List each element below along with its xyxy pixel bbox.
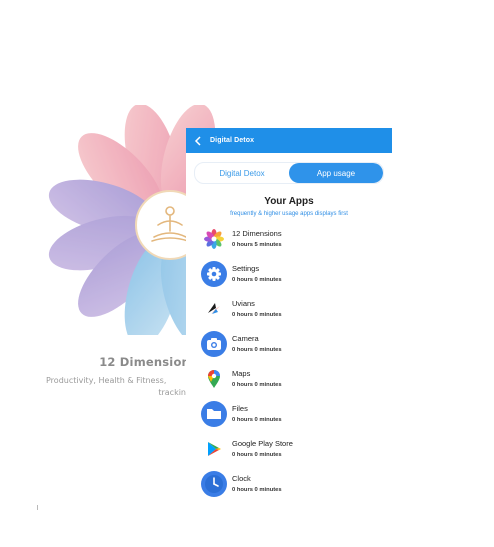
list-item[interactable]: Files 0 hours 0 minutes (201, 396, 392, 431)
phone-screen: Digital Detox Digital Detox App usage Yo… (186, 128, 392, 504)
app-usage: 0 hours 0 minutes (232, 312, 282, 318)
gear-icon (201, 260, 227, 287)
list-item[interactable]: Settings 0 hours 0 minutes (201, 256, 392, 291)
app-name: Maps (232, 369, 251, 378)
list-item[interactable]: Google Play Store 0 hours 0 minutes (201, 431, 392, 466)
list-item[interactable]: Camera 0 hours 0 minutes (201, 326, 392, 361)
app-name: Settings (232, 264, 260, 273)
background-subtitle: Productivity, Health & Fitness, trackin (46, 375, 186, 399)
app-list: 12 Dimensions 0 hours 5 minutes Settings… (186, 221, 392, 501)
tab-app-usage[interactable]: App usage (289, 163, 383, 183)
app-name: Google Play Store (232, 439, 293, 448)
app-name: Files (232, 404, 248, 413)
chevron-left-icon[interactable] (194, 135, 204, 147)
background-subtitle-line1: Productivity, Health & Fitness, (46, 376, 167, 385)
app-usage: 0 hours 5 minutes (232, 242, 282, 248)
play-store-icon (201, 435, 227, 462)
app-name: 12 Dimensions (232, 229, 282, 238)
app-bar: Digital Detox (186, 128, 392, 153)
map-pin-icon (201, 365, 227, 392)
tab-digital-detox[interactable]: Digital Detox (195, 163, 289, 183)
app-bar-title: Digital Detox (210, 137, 255, 144)
app-usage: 0 hours 0 minutes (232, 277, 282, 283)
app-usage: 0 hours 0 minutes (232, 382, 282, 388)
app-usage: 0 hours 0 minutes (232, 487, 282, 493)
list-item[interactable]: Clock 0 hours 0 minutes (201, 466, 392, 501)
list-item[interactable]: Uvians 0 hours 0 minutes (201, 291, 392, 326)
tab-bar: Digital Detox App usage (194, 162, 384, 184)
divider (37, 505, 38, 510)
clock-icon (201, 470, 227, 497)
list-item[interactable]: 12 Dimensions 0 hours 5 minutes (201, 221, 392, 256)
app-name: Camera (232, 334, 259, 343)
camera-icon (201, 330, 227, 357)
section-title: Your Apps (264, 196, 314, 207)
lotus-icon (201, 226, 227, 252)
app-name: Uvians (232, 299, 255, 308)
background-subtitle-line2: trackin (158, 388, 186, 397)
app-usage: 0 hours 0 minutes (232, 347, 282, 353)
app-name: Clock (232, 474, 251, 483)
app-usage: 0 hours 0 minutes (232, 417, 282, 423)
list-item[interactable]: Maps 0 hours 0 minutes (201, 361, 392, 396)
folder-icon (201, 400, 227, 427)
uvians-logo-icon (201, 295, 227, 322)
app-usage: 0 hours 0 minutes (232, 452, 282, 458)
section-subtitle: frequently & higher usage apps displays … (230, 211, 348, 217)
